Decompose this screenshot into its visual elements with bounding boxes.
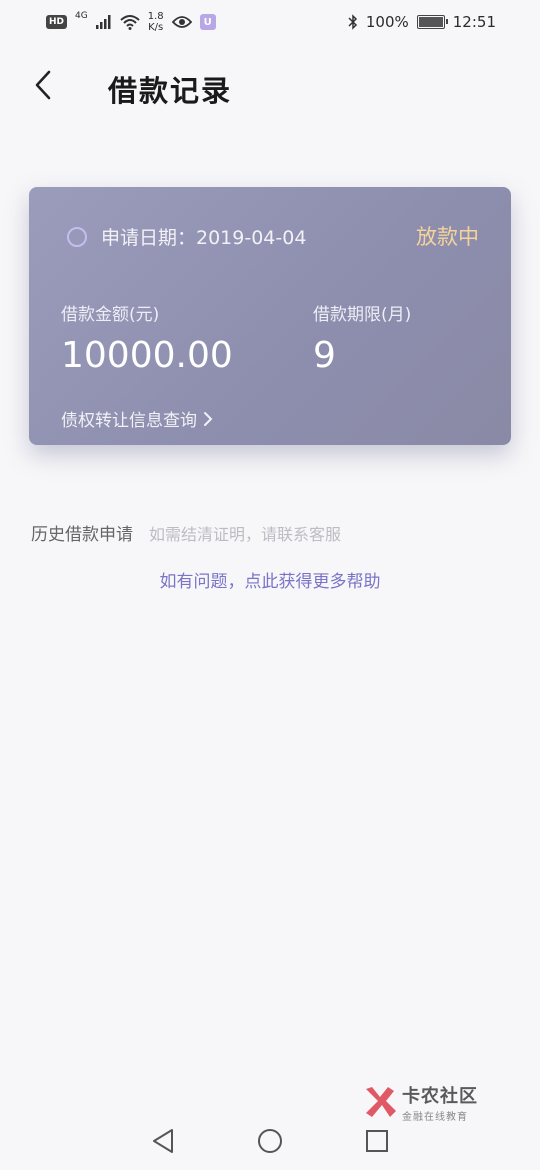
debt-transfer-label: 债权转让信息查询 [61,411,197,431]
hd-icon: HD [46,15,68,29]
eye-icon [171,16,192,28]
speed-value: 1.8 [147,11,164,22]
battery-icon [416,15,448,29]
watermark-title: 卡农社区 [402,1086,478,1107]
clock: 12:51 [452,13,496,31]
network-type: 4G [75,11,88,21]
loan-record-card[interactable]: 申请日期：2019-04-04 放款中 借款金额(元) 10000.00 借款期… [29,187,511,445]
chevron-right-icon [204,411,213,426]
nav-home-button[interactable] [248,1119,292,1163]
circle-home-icon [257,1129,282,1153]
speed-unit: K/s [148,22,164,33]
help-link[interactable]: 如有问题，点此获得更多帮助 [0,567,540,592]
signal-icon [95,15,111,29]
circle-icon [67,226,87,247]
header: 借款记录 [0,58,540,114]
bluetooth-icon [348,14,357,30]
status-bar-right: 100% 12:51 [348,13,496,31]
chevron-left-icon [35,70,51,100]
loan-amount-value: 10000.00 [61,335,233,376]
loan-status-badge: 放款中 [416,225,479,249]
history-title[interactable]: 历史借款申请 [31,520,133,545]
history-hint: 如需结清证明，请联系客服 [149,525,342,544]
status-bar-left: HD 4G 1.8 K/s U [46,11,216,33]
loan-term-label: 借款期限(月) [313,305,412,325]
history-section: 历史借款申请 如需结清证明，请联系客服 [31,520,341,545]
battery-percent: 100% [365,13,409,31]
wifi-icon [120,15,140,30]
application-date-row: 申请日期：2019-04-04 [67,223,306,250]
square-recents-icon [365,1130,388,1152]
status-bar: HD 4G 1.8 K/s U 100% 12:51 [0,0,540,44]
back-button[interactable] [28,70,58,100]
triangle-back-icon [153,1129,174,1153]
nav-back-button[interactable] [141,1119,185,1163]
application-date: 申请日期：2019-04-04 [101,227,307,249]
nav-recents-button[interactable] [355,1119,399,1163]
u-app-icon: U [199,14,216,30]
loan-amount-label: 借款金额(元) [61,305,160,325]
loan-term-value: 9 [313,335,336,376]
system-nav-bar [0,1112,540,1170]
network-speed: 1.8 K/s [148,11,164,33]
page-title: 借款记录 [108,74,233,108]
debt-transfer-link[interactable]: 债权转让信息查询 [61,406,213,431]
